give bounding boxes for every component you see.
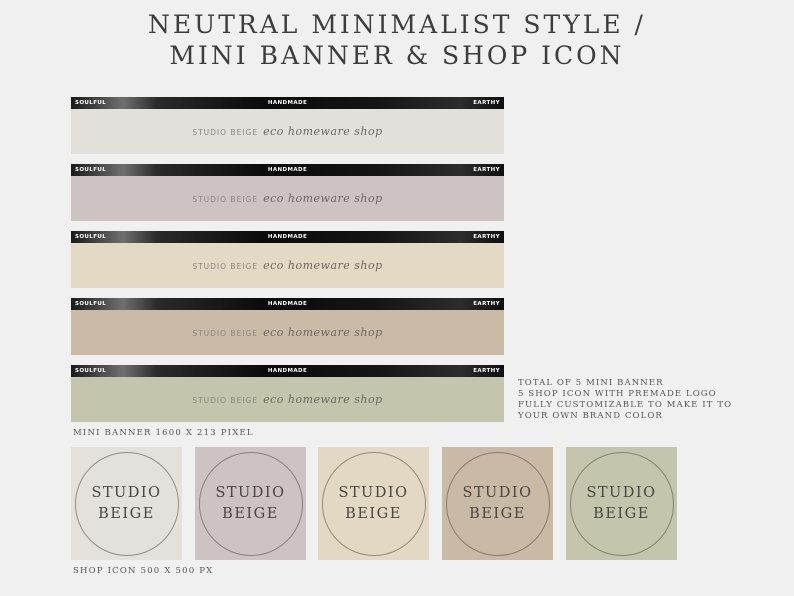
product-info: TOTAL OF 5 MINI BANNER 5 SHOP ICON WITH … (518, 378, 732, 422)
strip-right-label: EARTHY (473, 368, 500, 374)
banner-studio-text: STUDIO BEIGE (192, 195, 259, 204)
banner-script-text: eco homeware shop (263, 192, 383, 205)
strip-center-label: HANDMADE (267, 167, 308, 173)
shop-icon-2[interactable]: STUDIO BEIGE (195, 447, 306, 560)
banner-top-strip: SOULFUL HANDMADE EARTHY (71, 365, 504, 377)
mini-banner-4[interactable]: SOULFUL HANDMADE EARTHY STUDIO BEIGE eco… (71, 298, 504, 355)
banner-top-strip: SOULFUL HANDMADE EARTHY (71, 97, 504, 109)
info-line: YOUR OWN BRAND COLOR (518, 411, 663, 421)
info-line: 5 SHOP ICON WITH PREMADE LOGO (518, 389, 717, 399)
banner-script-text: eco homeware shop (263, 326, 383, 339)
banner-studio-text: STUDIO BEIGE (192, 329, 259, 338)
info-line: TOTAL OF 5 MINI BANNER (518, 378, 664, 388)
logo-line-1: STUDIO (215, 484, 286, 501)
strip-right-label: EARTHY (473, 301, 500, 307)
strip-center-label: HANDMADE (267, 100, 308, 106)
banner-studio-text: STUDIO BEIGE (192, 262, 259, 271)
strip-right-label: EARTHY (473, 234, 500, 240)
strip-center-label: HANDMADE (267, 368, 308, 374)
banner-top-strip: SOULFUL HANDMADE EARTHY (71, 298, 504, 310)
mini-banner-2[interactable]: SOULFUL HANDMADE EARTHY STUDIO BEIGE eco… (71, 164, 504, 221)
logo-circle: STUDIO BEIGE (445, 451, 550, 556)
banner-studio-text: STUDIO BEIGE (192, 396, 259, 405)
logo-line-2: BEIGE (98, 505, 155, 522)
banner-script-text: eco homeware shop (263, 259, 383, 272)
logo-line-1: STUDIO (338, 484, 409, 501)
banner-band: STUDIO BEIGE eco homeware shop (71, 377, 504, 422)
banner-top-strip: SOULFUL HANDMADE EARTHY (71, 231, 504, 243)
banner-top-strip: SOULFUL HANDMADE EARTHY (71, 164, 504, 176)
logo-line-2: BEIGE (345, 505, 402, 522)
banner-studio-text: STUDIO BEIGE (192, 128, 259, 137)
strip-right-label: EARTHY (473, 100, 500, 106)
mini-banner-3[interactable]: SOULFUL HANDMADE EARTHY STUDIO BEIGE eco… (71, 231, 504, 288)
logo-line-2: BEIGE (593, 505, 650, 522)
strip-center-label: HANDMADE (267, 301, 308, 307)
banner-size-caption: MINI BANNER 1600 X 213 PIXEL (73, 428, 254, 438)
banner-band: STUDIO BEIGE eco homeware shop (71, 310, 504, 355)
banner-band: STUDIO BEIGE eco homeware shop (71, 176, 504, 221)
shop-icon-5[interactable]: STUDIO BEIGE (566, 447, 677, 560)
page-title-line-2: MINI BANNER & SHOP ICON (169, 41, 625, 70)
strip-right-label: EARTHY (473, 167, 500, 173)
logo-line-2: BEIGE (469, 505, 526, 522)
info-line: FULLY CUSTOMIZABLE TO MAKE IT TO (518, 400, 733, 410)
shop-icon-3[interactable]: STUDIO BEIGE (318, 447, 429, 560)
icon-size-caption: SHOP ICON 500 X 500 PX (73, 566, 214, 576)
banner-script-text: eco homeware shop (263, 125, 383, 138)
logo-line-1: STUDIO (91, 484, 162, 501)
logo-circle: STUDIO BEIGE (569, 451, 674, 556)
mini-banner-1[interactable]: SOULFUL HANDMADE EARTHY STUDIO BEIGE eco… (71, 97, 504, 154)
banner-script-text: eco homeware shop (263, 393, 383, 406)
strip-center-label: HANDMADE (267, 234, 308, 240)
banner-band: STUDIO BEIGE eco homeware shop (71, 109, 504, 154)
logo-line-1: STUDIO (462, 484, 533, 501)
shop-icon-1[interactable]: STUDIO BEIGE (71, 447, 182, 560)
logo-circle: STUDIO BEIGE (321, 451, 426, 556)
page-title-line-1: NEUTRAL MINIMALIST STYLE / (148, 10, 646, 39)
mini-banner-5[interactable]: SOULFUL HANDMADE EARTHY STUDIO BEIGE eco… (71, 365, 504, 422)
logo-circle: STUDIO BEIGE (74, 451, 179, 556)
logo-line-2: BEIGE (222, 505, 279, 522)
banner-band: STUDIO BEIGE eco homeware shop (71, 243, 504, 288)
logo-line-1: STUDIO (586, 484, 657, 501)
shop-icon-4[interactable]: STUDIO BEIGE (442, 447, 553, 560)
logo-circle: STUDIO BEIGE (198, 451, 303, 556)
